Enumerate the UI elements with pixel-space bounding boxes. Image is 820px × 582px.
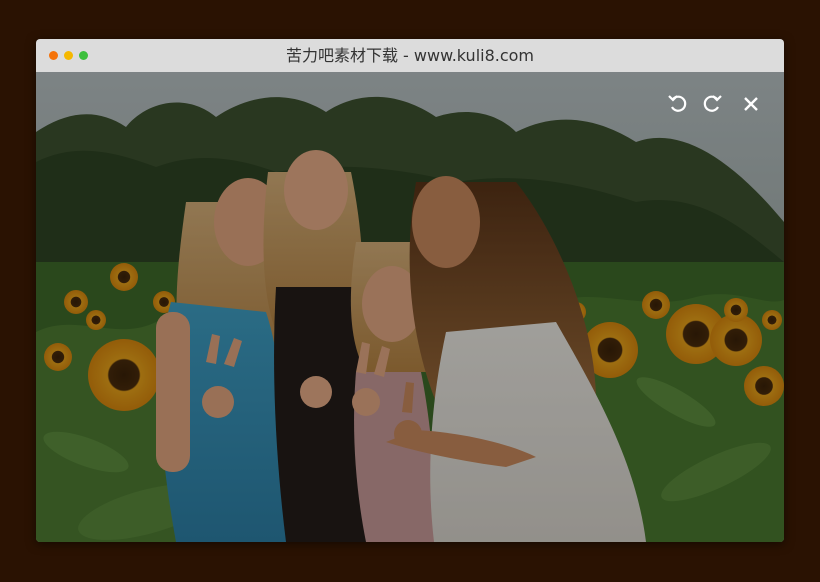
close-viewer-button[interactable] — [739, 92, 763, 116]
image-viewer — [36, 72, 784, 542]
image-viewer-window: 苦力吧素材下载 - www.kuli8.com — [36, 39, 784, 542]
rotate-left-icon — [668, 95, 687, 112]
close-icon — [744, 97, 758, 111]
rotate-left-button[interactable] — [666, 92, 690, 116]
rotate-right-icon — [703, 95, 722, 112]
window-title: 苦力吧素材下载 - www.kuli8.com — [285, 46, 535, 65]
title-bar: 苦力吧素材下载 - www.kuli8.com — [36, 39, 784, 72]
photo — [36, 72, 784, 542]
rotate-right-button[interactable] — [700, 92, 724, 116]
